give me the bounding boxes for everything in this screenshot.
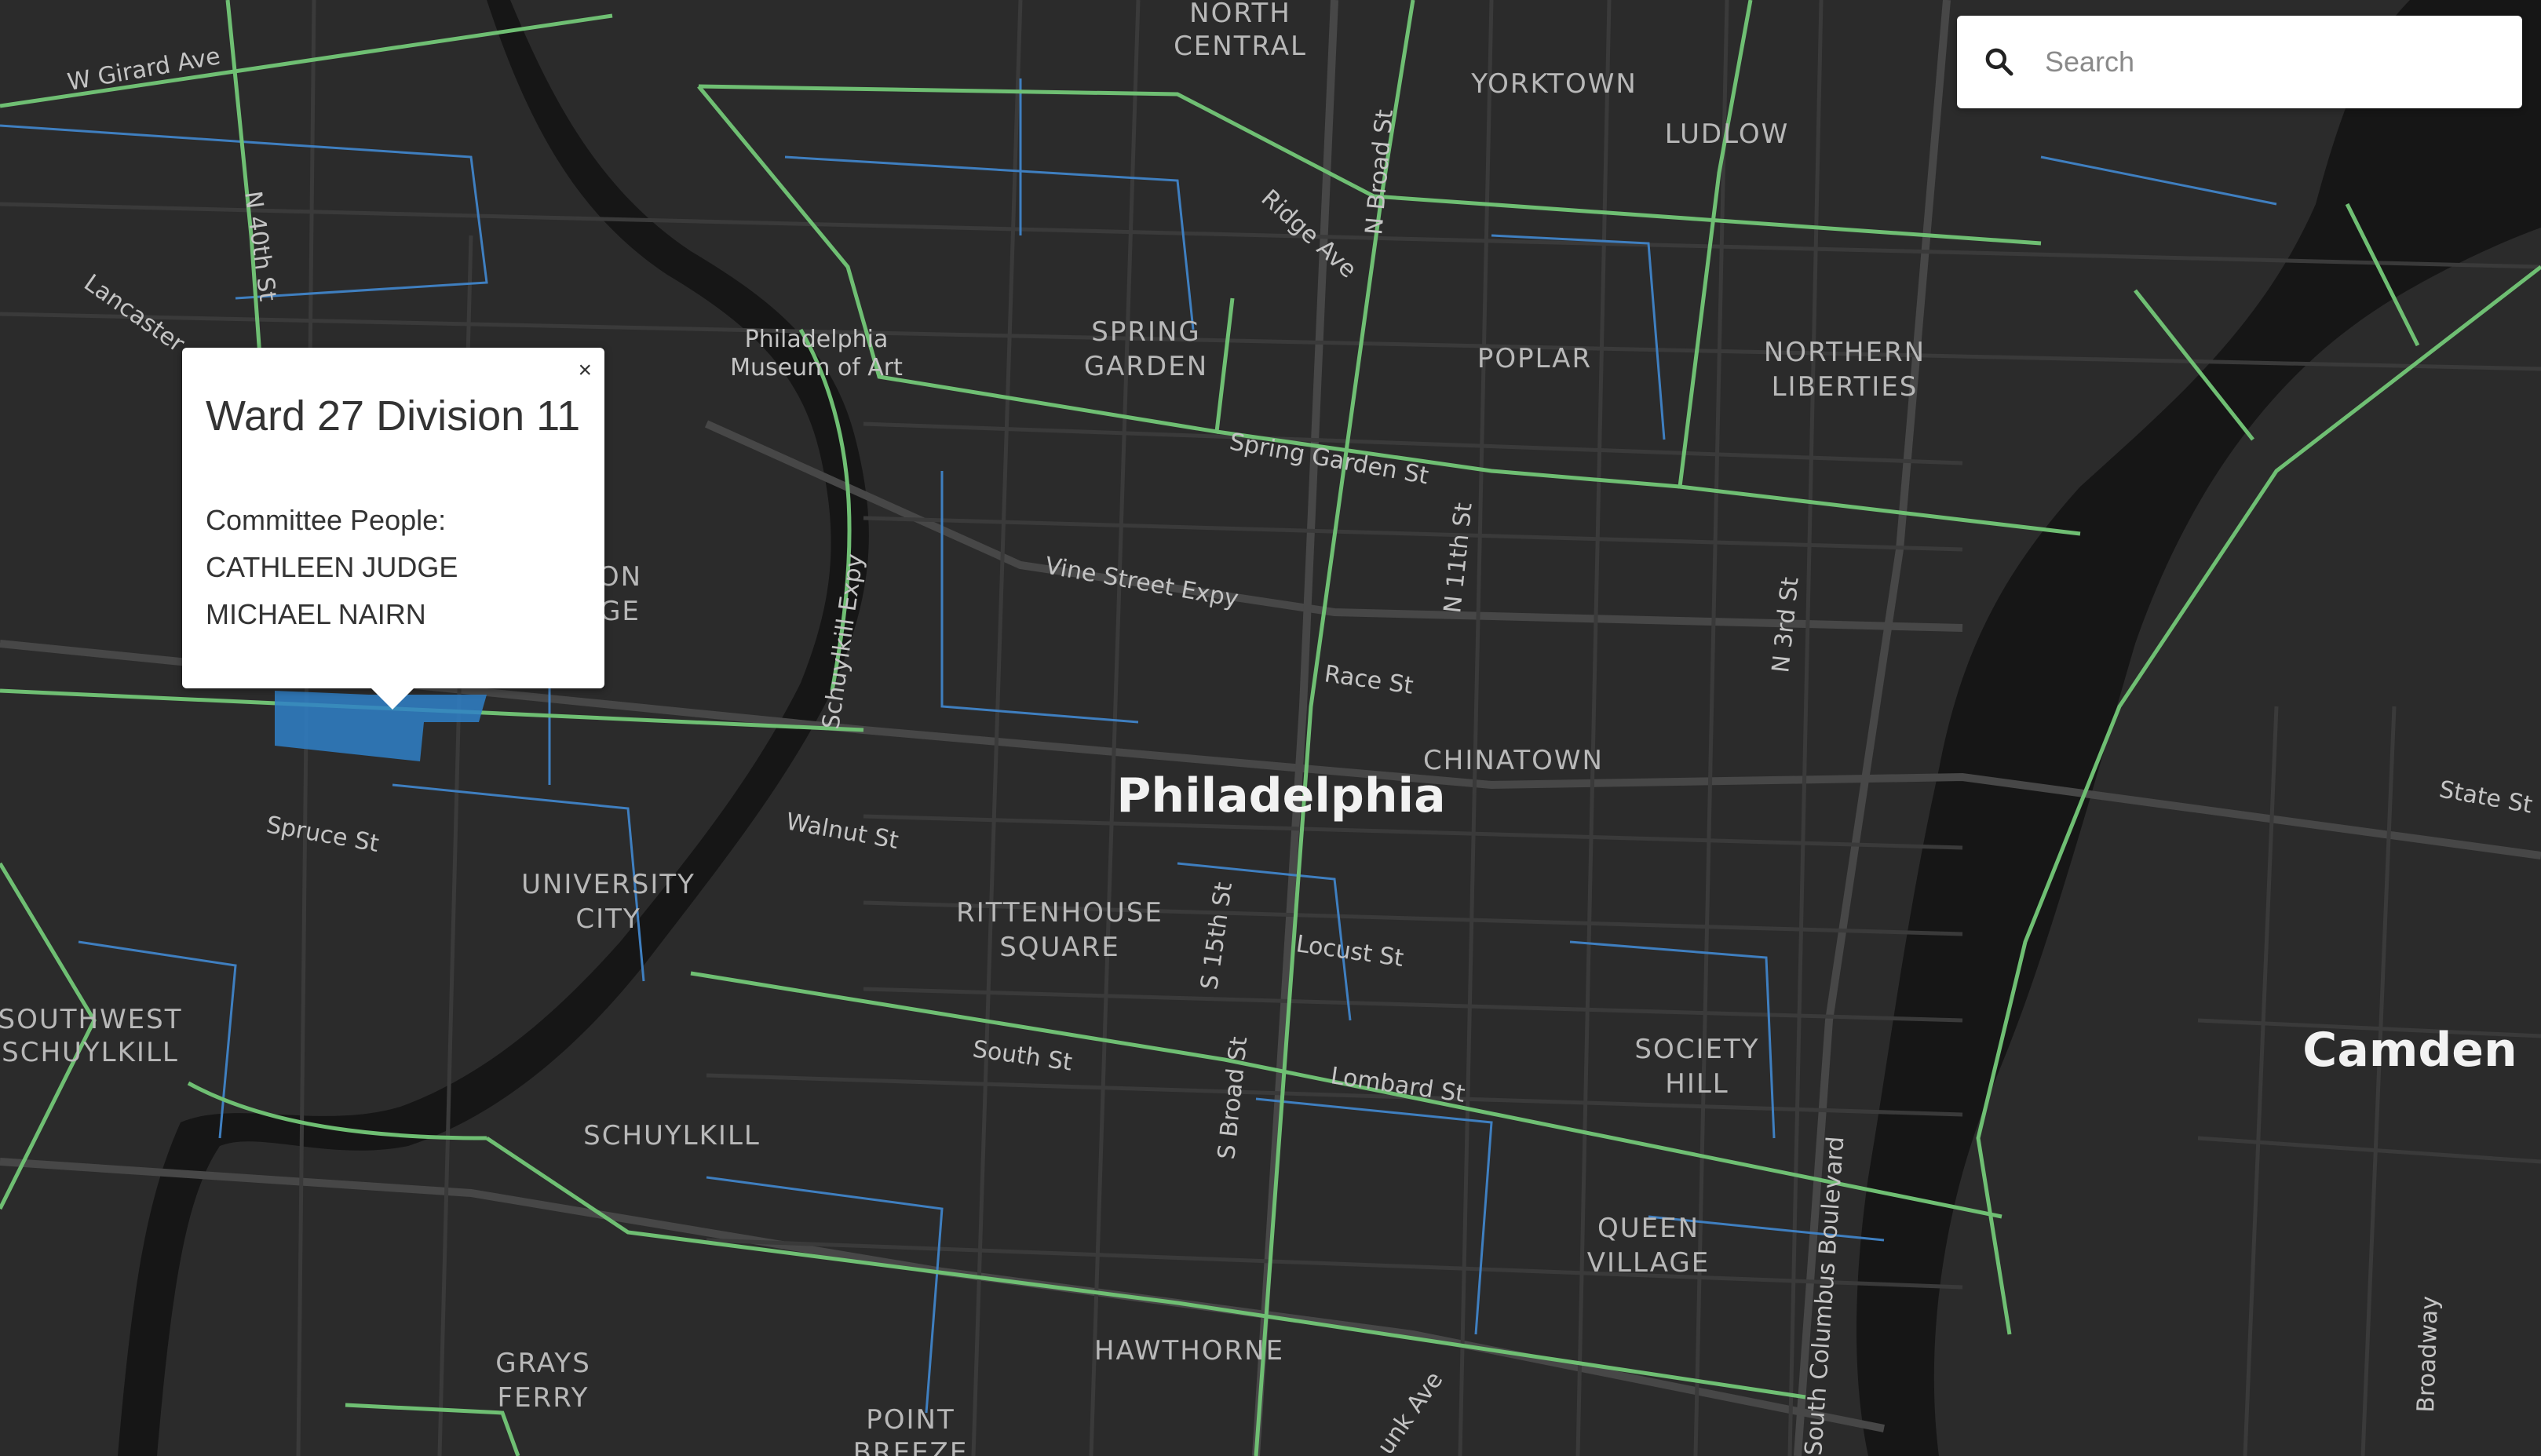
label-society-hill-2: HILL [1665, 1068, 1729, 1100]
close-icon[interactable]: × [578, 359, 592, 382]
label-schuylkill: SCHUYLKILL [583, 1120, 761, 1151]
label-spring-garden-st: Spring Garden St [1228, 428, 1431, 490]
popup-title: Ward 27 Division 11 [206, 392, 581, 440]
label-s-15th-st: S 15th St [1196, 880, 1238, 991]
map-canvas[interactable]: NORTH CENTRAL YORKTOWN LUDLOW SPRING GAR… [0, 0, 2541, 1456]
label-ludlow: LUDLOW [1665, 119, 1789, 150]
search-box[interactable] [1957, 16, 2522, 108]
committee-person: MICHAEL NAIRN [206, 598, 426, 630]
label-point-breeze-2: BREEZE [853, 1437, 969, 1456]
label-queen-village-2: VILLAGE [1587, 1247, 1710, 1279]
label-lombard-st: Lombard St [1329, 1062, 1467, 1108]
label-n-40th-st: N 40th St [239, 189, 281, 303]
label-s-broad-st: S Broad St [1213, 1035, 1253, 1161]
label-city-camden: Camden [2302, 1023, 2517, 1078]
label-spring-garden-1: SPRING [1091, 316, 1201, 348]
label-city-philadelphia: Philadelphia [1116, 768, 1445, 823]
label-northern-liberties-2: LIBERTIES [1772, 371, 1919, 403]
label-n-3rd-st: N 3rd St [1767, 575, 1805, 673]
label-southwest-schuylkill-1: SOUTHWEST [0, 1004, 183, 1035]
search-icon[interactable] [1984, 46, 2015, 78]
popup-pointer [371, 688, 414, 710]
label-powelton-1: ON [598, 561, 642, 593]
label-point-breeze-1: POINT [866, 1404, 955, 1436]
committee-label: Committee People: [206, 504, 447, 536]
label-north-central-1: NORTH [1189, 0, 1291, 29]
label-rittenhouse-2: SQUARE [999, 932, 1120, 963]
label-museum-2: Museum of Art [730, 354, 903, 381]
label-grays-ferry-2: FERRY [498, 1382, 590, 1414]
label-grays-ferry-1: GRAYS [495, 1348, 591, 1379]
label-northern-liberties-1: NORTHERN [1764, 337, 1926, 368]
label-lancaster: Lancaster [78, 269, 189, 358]
division-popup: × Ward 27 Division 11 Committee People: … [182, 348, 604, 688]
label-university-city-1: UNIVERSITY [521, 869, 695, 900]
label-rittenhouse-1: RITTENHOUSE [956, 897, 1163, 929]
label-sunk-ave: unk Ave [1372, 1367, 1448, 1456]
label-n-broad-st: N Broad St [1360, 108, 1399, 236]
committee-person: CATHLEEN JUDGE [206, 551, 458, 583]
label-society-hill-1: SOCIETY [1634, 1034, 1759, 1065]
label-north-central-2: CENTRAL [1174, 31, 1307, 62]
search-input[interactable] [2043, 45, 2486, 79]
label-vine-street-expy: Vine Street Expy [1043, 552, 1241, 613]
label-university-city-2: CITY [575, 903, 641, 935]
label-poplar: POPLAR [1477, 343, 1592, 374]
label-w-girard-ave: W Girard Ave [65, 42, 222, 97]
label-southwest-schuylkill-2: SCHUYLKILL [2, 1037, 179, 1068]
label-hawthorne: HAWTHORNE [1094, 1335, 1284, 1367]
label-broadway: Broadway [2412, 1295, 2444, 1413]
label-queen-village-1: QUEEN [1597, 1213, 1699, 1244]
label-race-st: Race St [1323, 660, 1415, 700]
label-locust-st: Locust St [1294, 930, 1406, 972]
label-spruce-st: Spruce St [265, 811, 382, 858]
label-museum-1: Philadelphia [745, 326, 889, 353]
label-powelton-2: GE [600, 596, 641, 627]
label-state-st: State St [2437, 775, 2535, 819]
label-yorktown: YORKTOWN [1470, 68, 1637, 100]
label-spring-garden-2: GARDEN [1084, 351, 1208, 382]
label-chinatown: CHINATOWN [1423, 745, 1604, 776]
base-map[interactable]: NORTH CENTRAL YORKTOWN LUDLOW SPRING GAR… [0, 0, 2541, 1456]
label-n-11th-st: N 11th St [1439, 501, 1478, 614]
delaware-river [1856, 0, 2541, 1456]
